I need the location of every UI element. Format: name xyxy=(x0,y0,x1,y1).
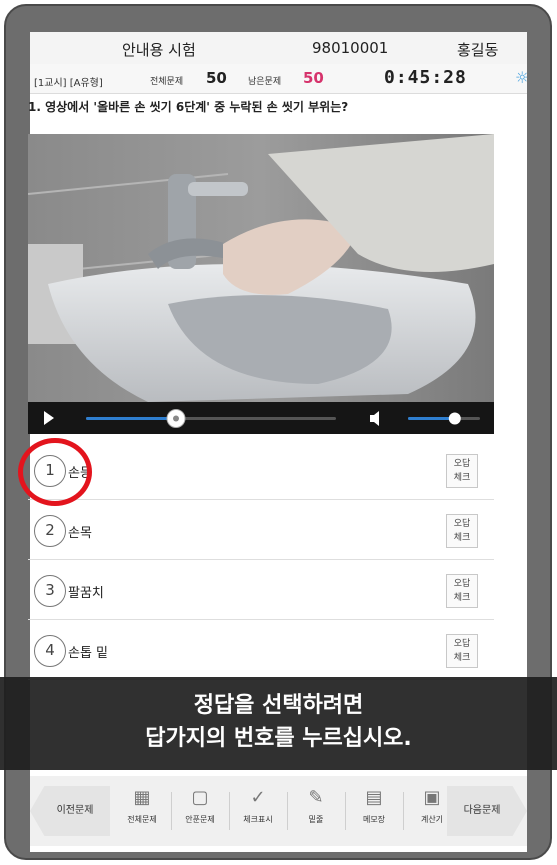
option-label[interactable]: 손목 xyxy=(68,522,92,541)
option-number[interactable]: 2 xyxy=(34,515,66,547)
exam-id: 98010001 xyxy=(312,39,389,57)
volume-icon xyxy=(370,411,379,426)
volume-handle xyxy=(448,412,461,425)
video-controls xyxy=(28,402,494,434)
session-label: [1교시] [A유형] xyxy=(34,78,103,89)
option-label[interactable]: 손톱 밑 xyxy=(68,642,108,661)
instruction-banner: 정답을 선택하려면 답가지의 번호를 누르십시오. xyxy=(0,677,557,770)
next-question-button[interactable]: 다음문제 xyxy=(447,786,527,836)
video-frame-image xyxy=(28,134,494,402)
answer-option-3[interactable]: 3 팔꿈치 오답 체크 xyxy=(28,562,494,620)
toolbar-label: 메모장 xyxy=(362,815,386,824)
memo-icon: ▤ xyxy=(365,787,383,808)
highlight-circle xyxy=(18,438,92,506)
total-count: 50 xyxy=(206,69,227,87)
prev-question-button[interactable]: 이전문제 xyxy=(30,786,110,836)
answer-option-4[interactable]: 4 손톱 밑 오답 체크 xyxy=(28,622,494,680)
check-mark-button[interactable]: ✓ 체크표시 xyxy=(232,784,284,840)
countdown-timer: 0:45:28 xyxy=(384,67,467,88)
user-name: 홍길동 xyxy=(457,41,499,59)
seek-progress xyxy=(86,417,176,420)
option-label[interactable]: 팔꿈치 xyxy=(68,582,104,601)
pen-underline-icon: ✎ xyxy=(308,787,324,808)
wrong-check-button[interactable]: 오답 체크 xyxy=(446,514,478,548)
bottom-toolbar: 이전문제 ▦ 전체문제 ▢ 안푼문제 ✓ 체크표시 ✎ 밑줄 ▤ 메모장 ▣ 계… xyxy=(30,776,527,846)
answer-option-1[interactable]: 1 손등 오답 체크 xyxy=(28,442,494,500)
check-line1: 오답 xyxy=(453,639,471,649)
toolbar-label: 체크표시 xyxy=(243,815,273,824)
header-status: [1교시] [A유형] 전체문제 50 남은문제 50 0:45:28 ☼ xyxy=(30,64,527,94)
check-line2: 체크 xyxy=(453,653,471,663)
grid-icon: ▦ xyxy=(133,787,151,808)
check-line2: 체크 xyxy=(453,533,471,543)
check-line2: 체크 xyxy=(453,473,471,483)
wrong-check-button[interactable]: 오답 체크 xyxy=(446,574,478,608)
empty-grid-icon: ▢ xyxy=(191,787,209,808)
wrong-check-button[interactable]: 오답 체크 xyxy=(446,634,478,668)
remaining-label: 남은문제 xyxy=(248,77,282,87)
toolbar-label: 안푼문제 xyxy=(185,815,215,824)
option-number[interactable]: 4 xyxy=(34,635,66,667)
answer-option-2[interactable]: 2 손목 오답 체크 xyxy=(28,502,494,560)
underline-button[interactable]: ✎ 밑줄 xyxy=(290,784,342,840)
video-player[interactable] xyxy=(28,134,494,402)
question-text: 1. 영상에서 '올바른 손 씻기 6단계' 중 누락된 손 씻기 부위는? xyxy=(28,100,349,114)
toolbar-label: 전체문제 xyxy=(127,815,157,824)
total-label: 전체문제 xyxy=(150,77,184,87)
banner-line-1: 정답을 선택하려면 xyxy=(193,693,364,718)
check-line2: 체크 xyxy=(453,593,471,603)
check-line1: 오답 xyxy=(453,459,471,469)
memo-button[interactable]: ▤ 메모장 xyxy=(348,784,400,840)
checkmark-icon: ✓ xyxy=(250,787,266,808)
banner-line-2: 답가지의 번호를 누르십시오. xyxy=(145,726,412,751)
option-number[interactable]: 3 xyxy=(34,575,66,607)
video-controls-graphic xyxy=(44,409,480,428)
volume-level xyxy=(408,417,455,420)
unanswered-button[interactable]: ▢ 안푼문제 xyxy=(174,784,226,840)
check-line1: 오답 xyxy=(453,579,471,589)
brightness-icon[interactable]: ☼ xyxy=(515,68,527,87)
exam-title: 안내용 시험 xyxy=(122,41,196,59)
header-top: 안내용 시험 98010001 홍길동 xyxy=(30,32,527,64)
wrong-check-button[interactable]: 오답 체크 xyxy=(446,454,478,488)
remaining-count: 50 xyxy=(303,69,324,87)
all-questions-button[interactable]: ▦ 전체문제 xyxy=(116,784,168,840)
toolbar-label: 밑줄 xyxy=(308,815,324,824)
check-line1: 오답 xyxy=(453,519,471,529)
play-icon xyxy=(44,411,54,425)
